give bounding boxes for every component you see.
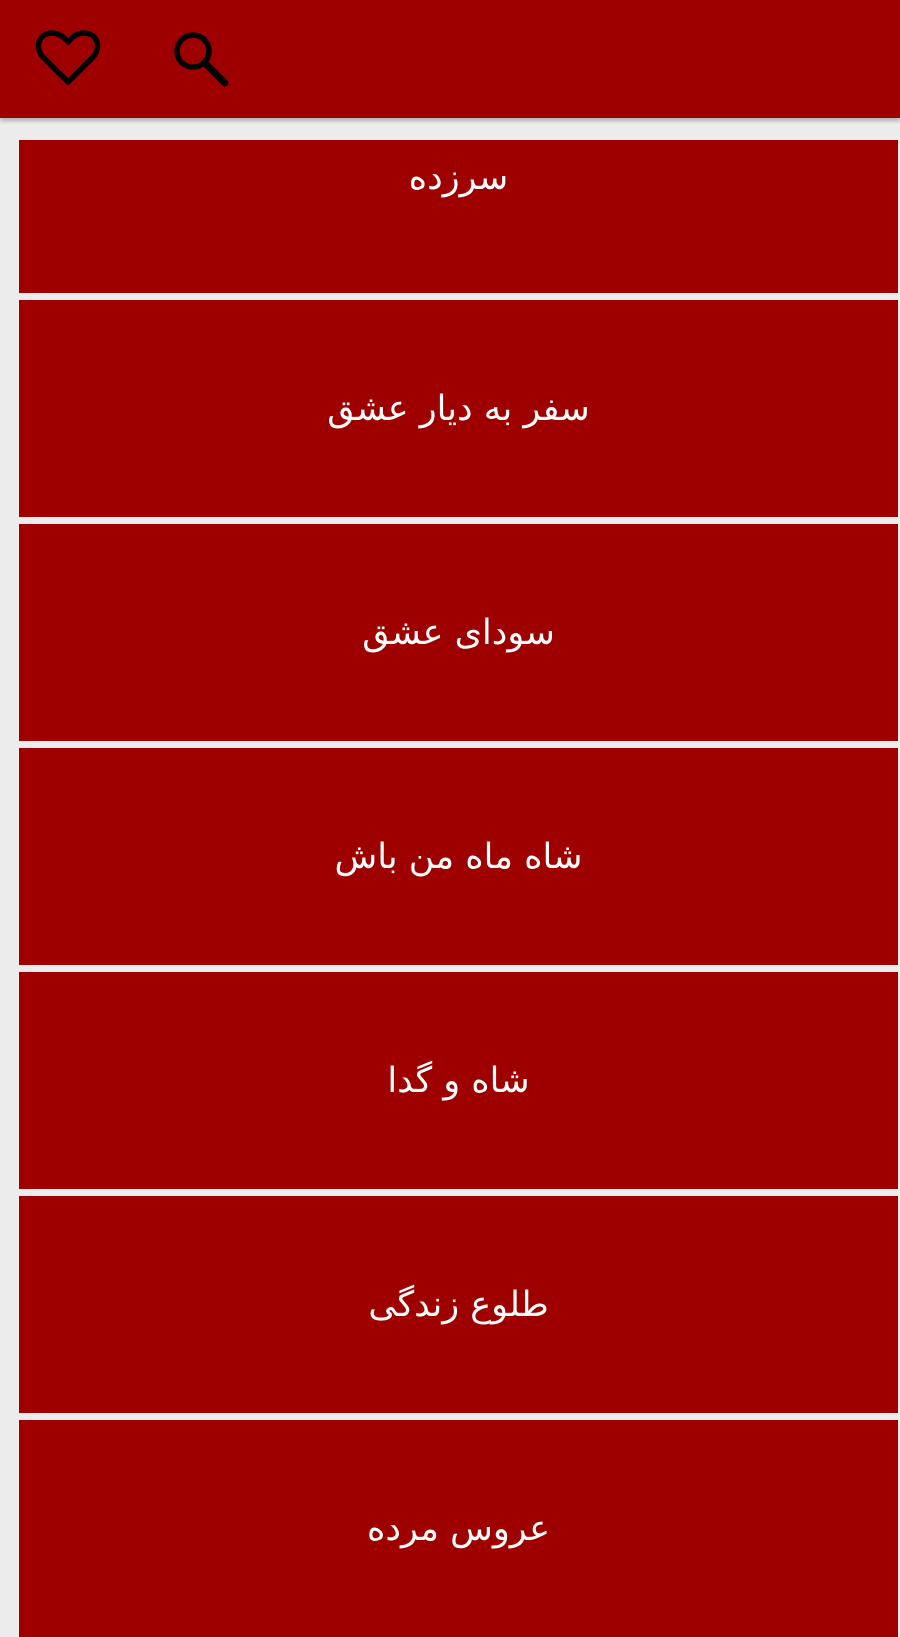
list-item[interactable]: شاه و گدا [19, 972, 898, 1189]
list-item[interactable]: سرزده [19, 140, 898, 293]
list-item-title: شاه و گدا [387, 1060, 530, 1101]
list-item-title: سفر به دیار عشق [327, 388, 590, 429]
list-item-title: عروس مرده [367, 1508, 550, 1549]
list-item[interactable]: سودای عشق [19, 524, 898, 741]
list-item-title: سرزده [408, 158, 509, 198]
heart-outline-icon [35, 30, 101, 85]
list-item-title: طلوع زندگی [368, 1284, 549, 1325]
list-item-title: شاه ماه من باش [334, 836, 583, 877]
favorites-button[interactable] [32, 22, 104, 94]
list-item[interactable]: شاه ماه من باش [19, 748, 898, 965]
list-item-title: سودای عشق [362, 612, 555, 653]
search-icon [174, 32, 229, 87]
search-button[interactable] [164, 22, 236, 94]
list-item[interactable]: عروس مرده [19, 1420, 898, 1637]
list-item[interactable]: سفر به دیار عشق [19, 300, 898, 517]
app-bar [0, 0, 900, 118]
list-item[interactable]: طلوع زندگی [19, 1196, 898, 1413]
story-list: سرزده سفر به دیار عشق سودای عشق شاه ماه … [19, 140, 898, 1637]
